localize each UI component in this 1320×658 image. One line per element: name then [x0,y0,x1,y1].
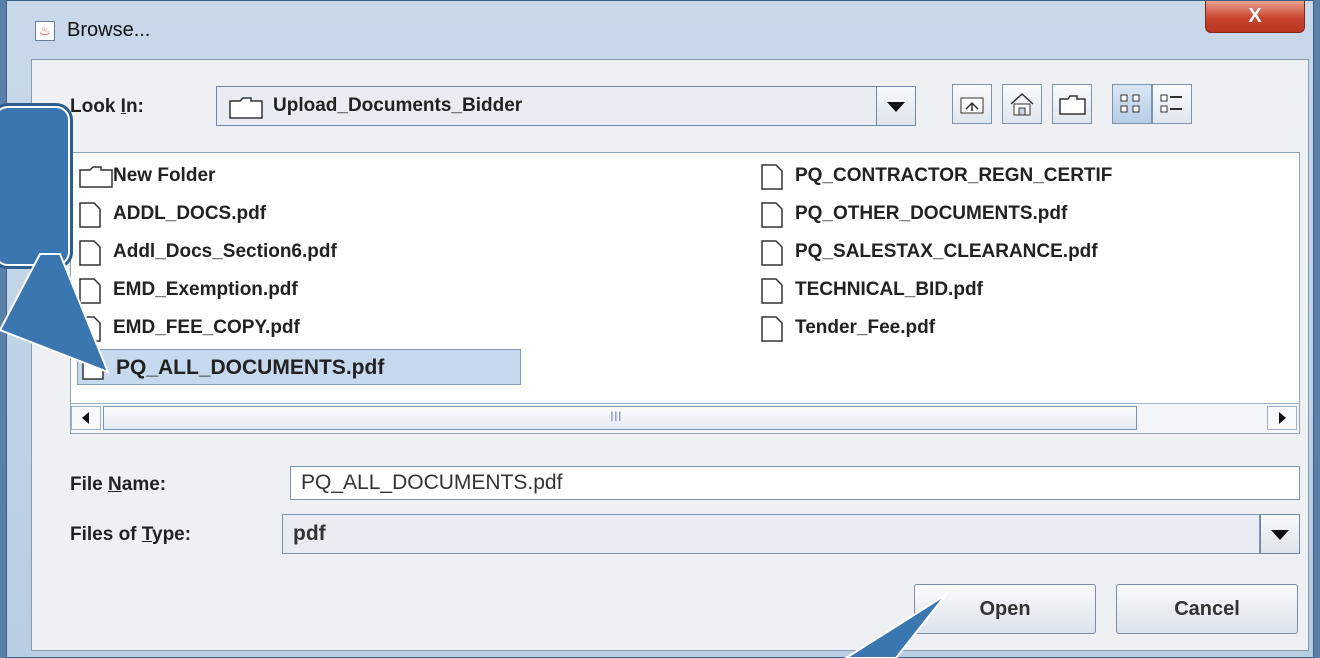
callout-pointer-left [0,253,110,374]
callout-pointers [0,253,949,658]
callout-pointer-open [844,591,949,658]
